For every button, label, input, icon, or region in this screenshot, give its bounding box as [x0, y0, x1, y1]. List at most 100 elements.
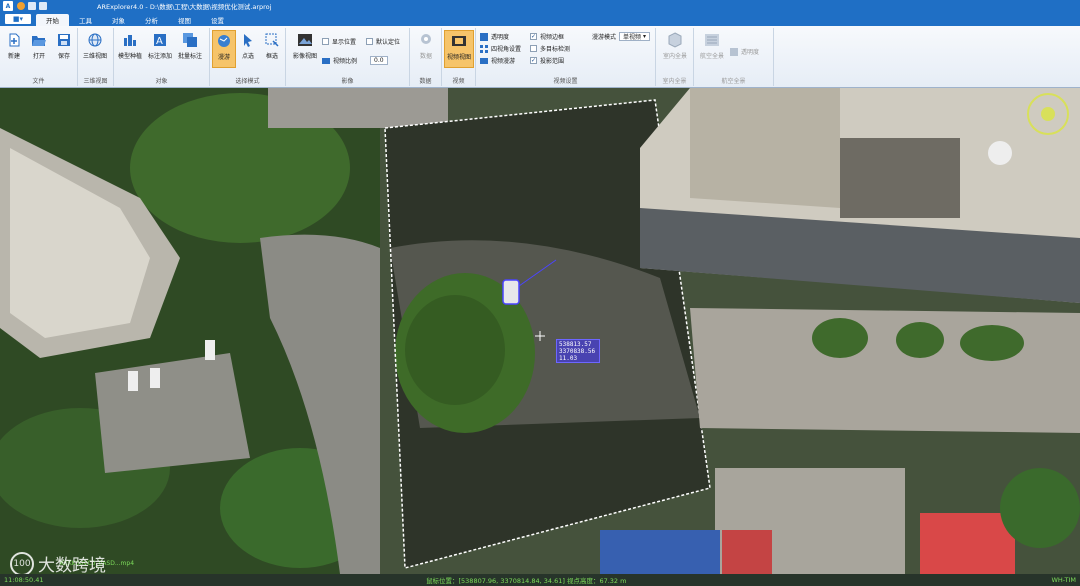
multi-target-checkbox[interactable]: 多目标检测 — [530, 43, 570, 54]
image-view-button[interactable]: 影像视图 — [290, 30, 320, 68]
tab-tools[interactable]: 工具 — [69, 14, 102, 26]
group-object: 模型种植 A 标注添加 批量标注 对象 — [114, 28, 210, 86]
tracked-vehicle[interactable] — [502, 279, 520, 305]
quick-access-save-icon[interactable] — [28, 2, 36, 10]
video-border-check[interactable]: ✓ — [530, 33, 537, 40]
app-menu-button[interactable]: ■▾ — [5, 14, 31, 24]
video-film-icon — [452, 36, 466, 46]
vehicle-coordinate-tag: 538813.57 3370838.56 11.03 — [556, 339, 600, 363]
window-title: ARExplorer4.0 - D:\数据\工程\大数据\视频优化测试.arpr… — [97, 3, 272, 11]
ribbon: 新建 打开 保存 文件 三维视图 三维视图 模型种植 A 标注添加 批量标注 对… — [0, 26, 1080, 88]
aerial-transparency-button[interactable]: 透明度 — [730, 46, 759, 57]
building-model-icon — [124, 35, 136, 46]
show-position-checkbox[interactable]: 显示位置 — [322, 36, 356, 47]
roam-mode-select[interactable]: 单视频 ▾ — [619, 32, 650, 41]
red-roof-building — [920, 513, 1015, 574]
watermark-logo: 100 — [10, 551, 34, 576]
aerial-panorama-button[interactable]: 航空全景 — [698, 30, 726, 68]
globe-icon — [88, 33, 102, 47]
status-mouse-position: 鼠标位置：[538807.96, 3370814.84, 34.61] 视点高度… — [426, 577, 627, 585]
group-file: 新建 打开 保存 文件 — [0, 28, 78, 86]
save-icon — [58, 34, 70, 46]
four-corner-settings-button[interactable]: 四视角设置 — [480, 43, 521, 54]
video-ratio-control[interactable]: 视频比例 0.0 — [322, 55, 388, 66]
group-aerial-panorama: 航空全景 透明度 航空全景 — [694, 28, 774, 86]
annotate-add-button[interactable]: A 标注添加 — [148, 30, 172, 68]
image-view-icon — [298, 34, 312, 46]
ratio-icon — [322, 57, 330, 64]
model-plant-button[interactable]: 模型种植 — [118, 30, 142, 68]
tab-settings[interactable]: 设置 — [201, 14, 234, 26]
video-border-checkbox[interactable]: ✓ 视频边框 — [530, 31, 564, 42]
cursor-arrow-icon — [244, 34, 252, 47]
box-select-button[interactable]: 框选 — [260, 30, 284, 68]
default-position-checkbox[interactable]: 默认定位 — [366, 36, 400, 47]
indoor-panorama-button[interactable]: 室内全景 — [661, 30, 689, 68]
tab-analysis[interactable]: 分析 — [135, 14, 168, 26]
group-3d-view: 三维视图 三维视图 — [78, 28, 114, 86]
watermark: 100 大数跨境 — [10, 551, 106, 576]
3d-map-viewport[interactable]: 538813.57 3370838.56 11.03 — [0, 88, 1080, 574]
parked-car — [128, 371, 138, 391]
projection-range-check[interactable]: ✓ — [530, 57, 537, 64]
status-bar: 11:08:50.41 鼠标位置：[538807.96, 3370814.84,… — [0, 574, 1080, 586]
multi-target-check[interactable] — [530, 45, 537, 52]
video-view-button[interactable]: 视频视图 — [444, 30, 474, 68]
video-roam-icon — [480, 57, 488, 64]
building-top — [268, 88, 448, 128]
road-right — [690, 308, 1080, 433]
tab-start[interactable]: 开始 — [36, 14, 69, 26]
3d-view-button[interactable]: 三维视图 — [83, 30, 107, 68]
point-select-button[interactable]: 点选 — [236, 30, 260, 68]
annotation-icon: A — [154, 34, 166, 47]
roam-mode-control[interactable]: 漫游模式 单视频 ▾ — [592, 31, 650, 42]
sports-court — [600, 530, 720, 574]
quick-access-home-icon[interactable] — [17, 2, 25, 10]
roam-globe-icon — [218, 35, 230, 47]
aerial-transparency-icon — [730, 47, 738, 56]
parking-lot — [95, 353, 250, 473]
folder-open-icon — [32, 36, 46, 46]
aerial-scene — [0, 88, 1080, 574]
group-video-settings: 透明度 四视角设置 视频漫游 ✓ 视频边框 多目标检测 ✓ 投影范围 漫游模式 … — [476, 28, 656, 86]
tab-view[interactable]: 视图 — [168, 14, 201, 26]
group-image: 影像视图 显示位置 默认定位 视频比例 0.0 影像 — [286, 28, 410, 86]
default-position-check[interactable] — [366, 38, 373, 45]
rooftop-dome — [988, 141, 1012, 165]
data-button[interactable]: 数据 — [414, 30, 438, 68]
projection-range-checkbox[interactable]: ✓ 投影范围 — [530, 55, 564, 66]
transparency-control[interactable]: 透明度 — [480, 31, 509, 42]
menu-tabs: ■▾ 开始 工具 对象 分析 视图 设置 — [0, 12, 1080, 26]
video-ratio-input[interactable]: 0.0 — [370, 56, 388, 65]
cube-icon — [668, 32, 682, 48]
save-button[interactable]: 保存 — [52, 30, 76, 68]
quick-access-undo-icon[interactable] — [39, 2, 47, 10]
video-roaming-button[interactable]: 视频漫游 — [480, 55, 515, 66]
title-bar: A ARExplorer4.0 - D:\数据\工程\大数据\视频优化测试.ar… — [0, 0, 1080, 12]
group-data: 数据 数据 — [410, 28, 442, 86]
aerial-icon — [705, 34, 719, 46]
parked-car — [150, 368, 160, 388]
svg-text:A: A — [156, 36, 163, 47]
new-button[interactable]: 新建 — [2, 30, 26, 68]
group-select-mode: 漫游 点选 框选 选择模式 — [210, 28, 286, 86]
open-button[interactable]: 打开 — [27, 30, 51, 68]
app-window: A ARExplorer4.0 - D:\数据\工程\大数据\视频优化测试.ar… — [0, 0, 1080, 586]
tab-object[interactable]: 对象 — [102, 14, 135, 26]
data-pin-icon — [421, 34, 431, 44]
group-video: 视频视图 视频 — [442, 28, 476, 86]
batch-annotation-icon — [183, 33, 197, 47]
box-select-icon — [265, 33, 279, 47]
status-right: WH-TIM — [1051, 576, 1076, 584]
parked-car — [205, 340, 215, 360]
group-indoor-panorama: 室内全景 室内全景 — [656, 28, 694, 86]
grid-icon — [480, 44, 488, 53]
roam-button[interactable]: 漫游 — [212, 30, 236, 68]
batch-annotate-button[interactable]: 批量标注 — [178, 30, 202, 68]
new-file-icon — [9, 33, 20, 47]
transparency-icon — [480, 32, 488, 41]
show-position-check[interactable] — [322, 38, 329, 45]
app-logo: A — [3, 1, 13, 11]
status-time: 11:08:50.41 — [4, 576, 44, 584]
quick-access-toolbar — [17, 2, 47, 10]
